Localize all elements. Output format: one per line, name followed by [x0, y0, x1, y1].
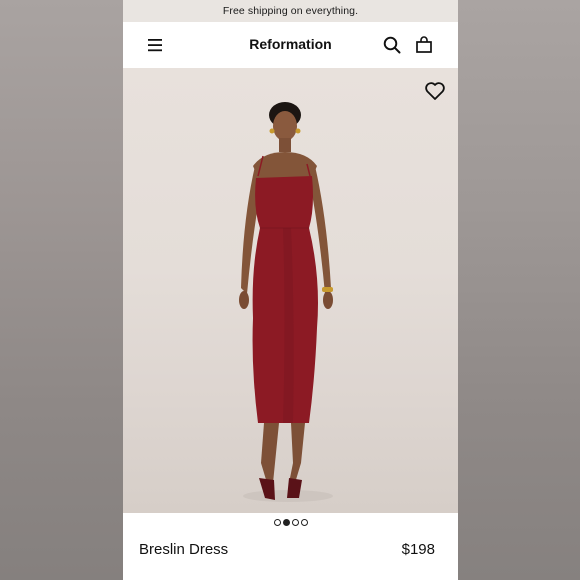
promo-banner: Free shipping on everything.: [123, 0, 458, 22]
top-nav: Reformation: [123, 22, 458, 68]
product-image[interactable]: [123, 68, 458, 513]
heart-icon: [425, 82, 445, 100]
product-name[interactable]: Breslin Dress: [139, 541, 228, 558]
hamburger-menu-icon: [148, 39, 162, 52]
menu-button[interactable]: [145, 37, 165, 53]
brand-logo[interactable]: Reformation: [123, 36, 458, 52]
model-photo: [239, 102, 333, 502]
wishlist-button[interactable]: [424, 80, 446, 102]
promo-text: Free shipping on everything.: [222, 5, 359, 17]
product-info: Breslin Dress $198: [123, 513, 458, 580]
carousel-dot-4[interactable]: [300, 519, 308, 526]
backdrop-left: [0, 0, 123, 580]
bag-button[interactable]: [414, 35, 434, 55]
carousel-dot-1[interactable]: [273, 519, 281, 526]
search-button[interactable]: [382, 35, 402, 55]
carousel-dot-2[interactable]: [282, 519, 290, 526]
search-icon: [383, 36, 401, 54]
product-price: $198: [401, 541, 435, 558]
shopping-bag-icon: [416, 36, 432, 53]
carousel-dots: [123, 519, 458, 526]
carousel-dot-3[interactable]: [291, 519, 299, 526]
product-screen: Free shipping on everything. Reformation: [123, 0, 458, 580]
backdrop-right: [458, 0, 580, 580]
